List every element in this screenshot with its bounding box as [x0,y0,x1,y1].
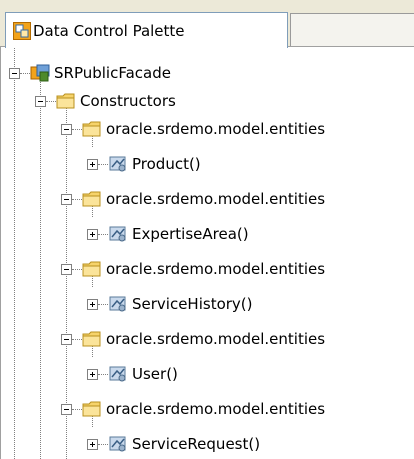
tree-node-constructor[interactable]: ExpertiseArea() [87,220,249,248]
tab-data-control-palette[interactable]: Data Control Palette [5,12,288,48]
tree-node-constructor[interactable]: User() [87,360,178,388]
tab-strip: Data Control Palette [0,0,414,48]
expand-toggle[interactable] [87,298,98,310]
data-control-icon [30,64,50,82]
data-control-tree: SRPublicFacade Constructors oracle.srdem… [0,47,414,459]
tree-node-label: oracle.srdemo.model.entities [106,330,326,348]
collapse-toggle[interactable] [61,333,72,345]
expand-toggle[interactable] [87,158,98,170]
expand-toggle[interactable] [87,368,98,380]
constructor-icon [109,296,126,312]
tree-node-package[interactable]: oracle.srdemo.model.entities [61,255,325,283]
folder-icon [82,121,101,137]
constructor-icon [109,226,126,242]
folder-icon [82,261,101,277]
constructor-icon [109,436,126,452]
tree-node-label: oracle.srdemo.model.entities [106,260,326,278]
folder-icon [82,401,101,417]
collapse-toggle[interactable] [9,67,20,79]
tree-node-label: ServiceRequest() [132,435,261,453]
tab-label: Data Control Palette [33,21,185,40]
tree-node-label: Product() [132,155,201,173]
tree-node-root[interactable]: SRPublicFacade [9,59,171,87]
constructor-icon [109,156,126,172]
tree-node-package[interactable]: oracle.srdemo.model.entities [61,115,325,143]
collapse-toggle[interactable] [61,193,72,205]
tab-empty[interactable] [290,13,414,46]
folder-icon [82,331,101,347]
tree-node-package[interactable]: oracle.srdemo.model.entities [61,325,325,353]
tree-node-label: oracle.srdemo.model.entities [106,120,326,138]
expand-toggle[interactable] [87,228,98,240]
folder-icon [82,191,101,207]
collapse-toggle[interactable] [35,95,46,107]
tree-node-constructor[interactable]: ServiceRequest() [87,430,260,458]
tree-node-constructor[interactable]: ServiceHistory() [87,290,253,318]
tree-node-label: ExpertiseArea() [132,225,249,243]
expand-toggle[interactable] [87,438,98,450]
tree-line-level1 [40,77,41,459]
tree-node-label: User() [132,365,178,383]
tree-node-package[interactable]: oracle.srdemo.model.entities [61,185,325,213]
data-control-palette-icon [13,21,31,40]
tree-node-label: Constructors [80,92,176,110]
folder-icon [56,93,75,109]
tree-node-label: oracle.srdemo.model.entities [106,190,326,208]
collapse-toggle[interactable] [61,403,72,415]
tree-node-constructor[interactable]: Product() [87,150,201,178]
collapse-toggle[interactable] [61,263,72,275]
data-control-palette-window: Data Control Palette SRPublicFacade Cons… [0,0,414,459]
tree-node-package[interactable]: oracle.srdemo.model.entities [61,395,325,423]
tree-node-label: oracle.srdemo.model.entities [106,400,326,418]
tree-line-root [14,47,15,459]
collapse-toggle[interactable] [61,123,72,135]
tree-node-constructors[interactable]: Constructors [35,87,176,115]
tree-node-label: ServiceHistory() [132,295,253,313]
tree-node-label: SRPublicFacade [54,64,171,82]
constructor-icon [109,366,126,382]
